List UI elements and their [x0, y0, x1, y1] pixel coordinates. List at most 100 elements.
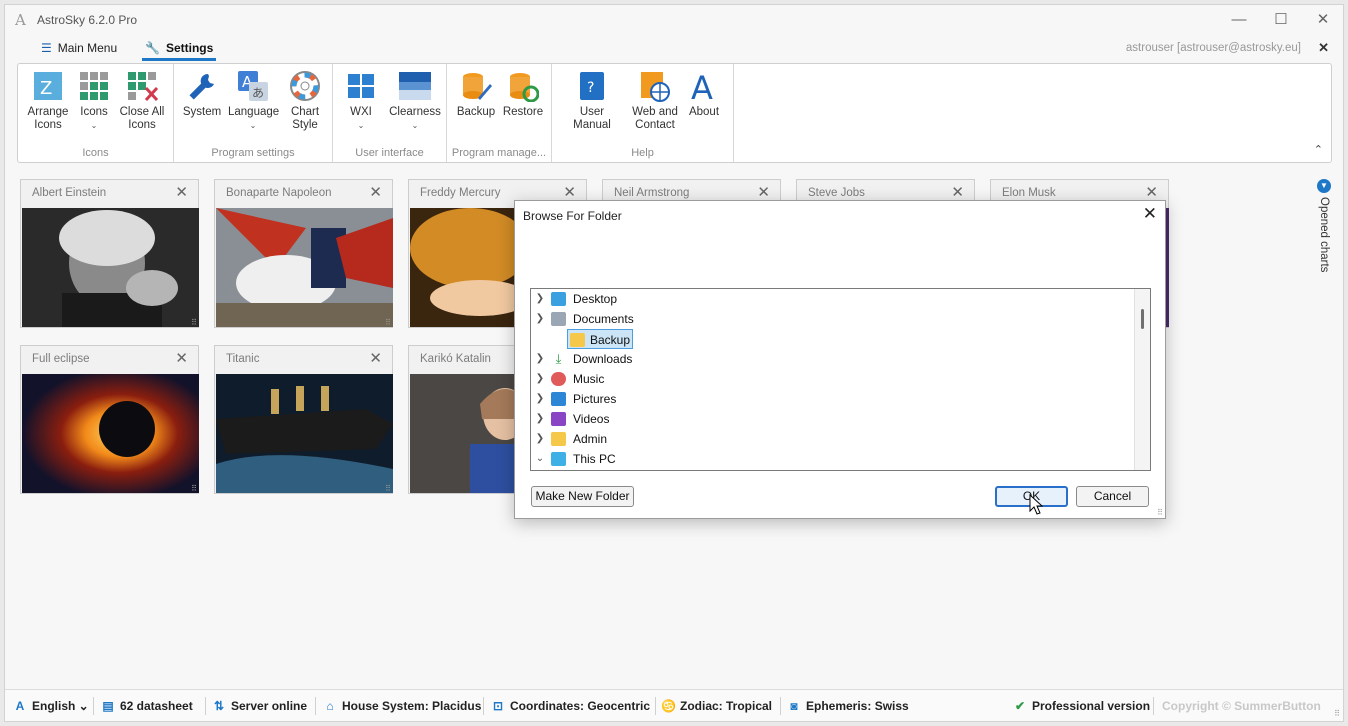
- close-card-icon[interactable]: ✕: [369, 349, 382, 367]
- restore-button[interactable]: Restore: [501, 70, 545, 119]
- chart-card[interactable]: Albert Einstein ✕ ⠿: [20, 179, 199, 328]
- close-card-icon[interactable]: ✕: [951, 183, 964, 201]
- web-contact-button[interactable]: Web and Contact: [628, 70, 682, 132]
- tree-item-videos[interactable]: ❯ Videos: [533, 409, 1113, 429]
- datasheet-icon: ▤: [102, 699, 114, 713]
- resize-grip-icon[interactable]: ⠿: [191, 484, 197, 493]
- minimize-button[interactable]: —: [1219, 9, 1259, 31]
- divider: [655, 697, 656, 715]
- close-card-icon[interactable]: ✕: [369, 183, 382, 201]
- chart-style-label-1: Chart: [290, 106, 320, 118]
- tree-item-label: Admin: [573, 432, 608, 446]
- house-system[interactable]: ⌂ House System: Placidus: [323, 699, 481, 713]
- resize-grip-icon[interactable]: ⠿: [385, 318, 391, 327]
- cancel-button[interactable]: Cancel: [1076, 486, 1149, 507]
- server-status[interactable]: ⇅ Server online: [212, 699, 307, 713]
- chevron-right-icon[interactable]: ❯: [533, 349, 547, 369]
- tree-item-this-pc[interactable]: ⌄ This PC: [533, 449, 1113, 469]
- make-new-folder-button[interactable]: Make New Folder: [531, 486, 634, 507]
- tree-item-backup[interactable]: Backup: [567, 329, 633, 349]
- tree-item-downloads[interactable]: ❯ ⤓ Downloads: [533, 349, 1113, 369]
- icons-dropdown-button[interactable]: Icons ⌄: [74, 70, 114, 132]
- close-card-icon[interactable]: ✕: [175, 349, 188, 367]
- close-card-icon[interactable]: ✕: [1145, 183, 1158, 201]
- language-label: Language: [228, 106, 280, 118]
- resize-grip-icon[interactable]: ⠿: [191, 318, 197, 327]
- icons-label: Icons: [80, 106, 108, 118]
- tree-item-desktop[interactable]: ❯ Desktop: [533, 289, 1113, 309]
- language-dropdown-button[interactable]: Aあ Language ⌄: [228, 70, 280, 132]
- ribbon-group-label: User interface: [355, 147, 424, 159]
- close-card-icon[interactable]: ✕: [175, 183, 188, 201]
- status-ephemeris: Ephemeris: Swiss: [806, 699, 909, 713]
- chart-card-title: Elon Musk: [1002, 187, 1056, 199]
- tab-main-menu[interactable]: ☰ Main Menu: [41, 37, 117, 61]
- arrange-icons-icon: Z: [34, 72, 62, 100]
- divider: [315, 697, 316, 715]
- arrange-icons-label-2: Icons: [34, 119, 62, 131]
- chart-card[interactable]: Titanic ✕ ⠿: [214, 345, 393, 494]
- wxi-dropdown-button[interactable]: WXI ⌄: [341, 70, 381, 132]
- chevron-right-icon[interactable]: ❯: [533, 389, 547, 409]
- translate-icon: A: [15, 699, 25, 713]
- chart-card[interactable]: Bonaparte Napoleon ✕ ⠿: [214, 179, 393, 328]
- backup-button[interactable]: Backup: [455, 70, 497, 119]
- tree-item-admin[interactable]: ❯ Admin: [533, 429, 1113, 449]
- arrange-icons-label-1: Arrange: [27, 106, 69, 118]
- tree-item-music[interactable]: ❯ Music: [533, 369, 1113, 389]
- svg-text:Z: Z: [40, 78, 52, 99]
- database-edit-icon: [463, 73, 492, 100]
- chart-style-button[interactable]: Chart Style: [284, 70, 326, 132]
- folder-tree[interactable]: ❯ Desktop ❯ Documents Backup ❯ ⤓ Downloa…: [530, 288, 1151, 471]
- clearness-dropdown-button[interactable]: Clearness ⌄: [387, 70, 443, 132]
- server-icon: ⇅: [213, 699, 225, 713]
- copyright-text: Copyright © SummerButton: [1162, 699, 1321, 713]
- user-manual-button[interactable]: ? User Manual: [560, 70, 624, 132]
- chart-card-title: Freddy Mercury: [420, 187, 501, 199]
- ephemeris-setting[interactable]: ◙ Ephemeris: Swiss: [787, 699, 909, 713]
- ribbon-group-user-interface: WXI ⌄ Clearness ⌄ User interface: [333, 64, 447, 162]
- chart-card[interactable]: Full eclipse ✕ ⠿: [20, 345, 199, 494]
- tab-settings[interactable]: 🔧 Settings: [142, 37, 217, 61]
- close-dialog-button[interactable]: ✕: [1143, 204, 1157, 224]
- system-button[interactable]: System: [182, 70, 222, 119]
- arrange-icons-button[interactable]: Z Arrange Icons: [24, 70, 72, 132]
- about-button[interactable]: A About: [684, 70, 724, 119]
- chevron-right-icon[interactable]: ❯: [533, 409, 547, 429]
- language-selector[interactable]: A English ⌄: [13, 699, 89, 713]
- browse-folder-dialog: Browse For Folder ✕ ❯ Desktop ❯ Document…: [514, 200, 1166, 519]
- tree-item-pictures[interactable]: ❯ Pictures: [533, 389, 1113, 409]
- logout-button[interactable]: ✕: [1318, 40, 1329, 56]
- version-badge: ✔ Professional version: [1013, 699, 1150, 713]
- zodiac-setting[interactable]: ♋ Zodiac: Tropical: [661, 699, 772, 713]
- chevron-right-icon[interactable]: ❯: [533, 289, 547, 309]
- wrench-icon: [189, 73, 214, 100]
- tree-item-label: Documents: [573, 312, 634, 326]
- opened-charts-panel-tab[interactable]: ▼ Opened charts: [1315, 179, 1333, 279]
- tree-scrollbar[interactable]: [1134, 289, 1150, 470]
- close-card-icon[interactable]: ✕: [563, 183, 576, 201]
- chevron-right-icon[interactable]: ❯: [533, 309, 547, 329]
- datasheet-count[interactable]: ▤ 62 datasheet: [101, 699, 192, 713]
- translate-icon: Aあ: [238, 71, 268, 101]
- tree-item-label: Downloads: [573, 352, 633, 366]
- user-account[interactable]: astrouser [astrouser@astrosky.eu]: [1126, 42, 1301, 54]
- chevron-right-icon[interactable]: ❯: [533, 369, 547, 389]
- close-all-icons-button[interactable]: Close All Icons: [118, 70, 166, 132]
- maximize-button[interactable]: ☐: [1261, 9, 1301, 31]
- collapse-ribbon-button[interactable]: ⌃: [1314, 143, 1323, 156]
- resize-grip-icon[interactable]: ⠿: [1157, 508, 1163, 517]
- tree-item-documents[interactable]: ❯ Documents: [533, 309, 1113, 329]
- chevron-down-icon[interactable]: ⌄: [533, 449, 547, 469]
- coordinates-setting[interactable]: ⊡ Coordinates: Geocentric: [491, 699, 650, 713]
- wrench-icon: 🔧: [145, 41, 160, 55]
- close-card-icon[interactable]: ✕: [757, 183, 770, 201]
- divider: [205, 697, 206, 715]
- resize-grip-icon[interactable]: ⠿: [1334, 709, 1340, 718]
- resize-grip-icon[interactable]: ⠿: [385, 484, 391, 493]
- scrollbar-thumb[interactable]: [1141, 309, 1144, 329]
- divider: [780, 697, 781, 715]
- chevron-right-icon[interactable]: ❯: [533, 429, 547, 449]
- color-wheel-icon: [290, 71, 320, 101]
- close-window-button[interactable]: ✕: [1303, 9, 1343, 31]
